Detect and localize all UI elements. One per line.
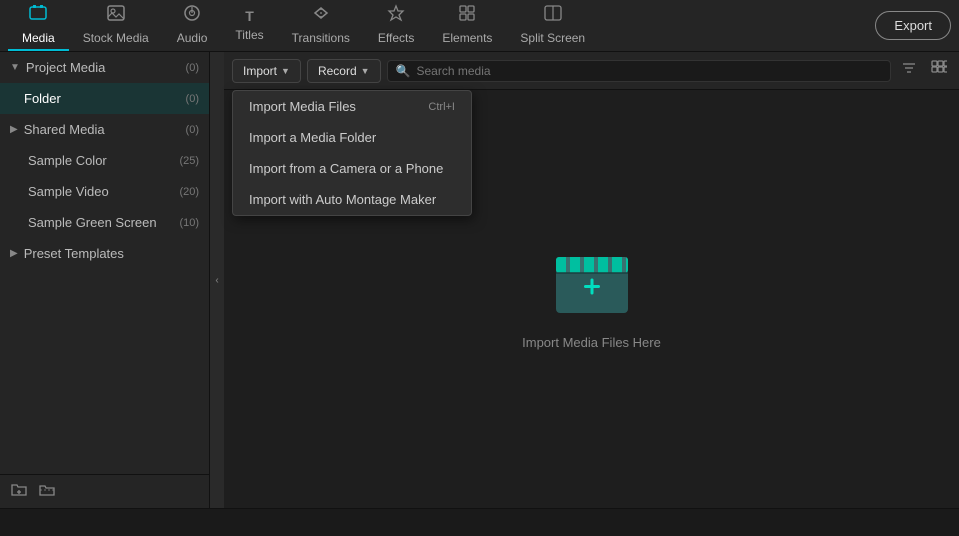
main-area: ▼ Project Media (0) Folder (0) ▶ Shared … <box>0 52 959 508</box>
new-folder-icon[interactable] <box>10 481 28 502</box>
nav-item-media[interactable]: Media <box>8 0 69 51</box>
nav-item-audio[interactable]: Audio <box>163 0 222 51</box>
nav-label-transitions: Transitions <box>292 31 350 45</box>
sidebar-label-preset-templates: Preset Templates <box>24 246 199 261</box>
sidebar-item-preset-templates[interactable]: ▶ Preset Templates <box>0 238 209 269</box>
sidebar-item-sample-green-screen[interactable]: Sample Green Screen (10) <box>0 207 209 238</box>
arrow-right-icon2: ▶ <box>10 248 18 259</box>
import-hint-text: Import Media Files Here <box>522 335 661 350</box>
bottom-bar <box>0 508 959 536</box>
sidebar-count-shared-media: (0) <box>186 124 199 136</box>
toolbar: Import ▼ Record ▼ 🔍 <box>224 52 959 90</box>
import-dropdown-menu: Import Media Files Ctrl+I Import a Media… <box>232 90 472 216</box>
sidebar-item-sample-color[interactable]: Sample Color (25) <box>0 145 209 176</box>
filter-icon[interactable] <box>897 58 921 83</box>
stock-media-icon <box>107 4 125 27</box>
nav-label-media: Media <box>22 31 55 45</box>
transitions-icon <box>312 4 330 27</box>
sidebar-label-shared-media: Shared Media <box>24 122 186 137</box>
content-panel: Import ▼ Record ▼ 🔍 <box>224 52 959 508</box>
titles-icon: T <box>245 8 254 24</box>
search-icon: 🔍 <box>396 64 411 78</box>
search-input[interactable] <box>417 64 883 78</box>
split-screen-icon <box>544 4 562 27</box>
nav-item-effects[interactable]: Effects <box>364 0 428 51</box>
audio-icon <box>183 4 201 27</box>
sidebar: ▼ Project Media (0) Folder (0) ▶ Shared … <box>0 52 210 508</box>
effects-icon <box>387 4 405 27</box>
dropdown-item-import-files[interactable]: Import Media Files Ctrl+I <box>233 91 471 122</box>
search-bar[interactable]: 🔍 <box>387 60 891 82</box>
dropdown-label-import-folder: Import a Media Folder <box>249 130 376 145</box>
nav-label-split-screen: Split Screen <box>520 31 585 45</box>
media-icon <box>29 4 47 27</box>
sidebar-item-folder[interactable]: Folder (0) <box>0 83 209 114</box>
nav-item-elements[interactable]: Elements <box>428 0 506 51</box>
clapboard-icon <box>552 249 632 319</box>
sidebar-count-project-media: (0) <box>186 62 199 74</box>
import-label: Import <box>243 64 277 78</box>
nav-label-stock-media: Stock Media <box>83 31 149 45</box>
sidebar-count-sample-color: (25) <box>179 155 199 167</box>
sidebar-item-project-media[interactable]: ▼ Project Media (0) <box>0 52 209 83</box>
nav-label-audio: Audio <box>177 31 208 45</box>
dropdown-label-import-montage: Import with Auto Montage Maker <box>249 192 436 207</box>
import-dropdown-arrow-icon: ▼ <box>281 66 290 76</box>
sidebar-label-folder: Folder <box>24 91 186 106</box>
record-label: Record <box>318 64 357 78</box>
arrow-down-icon: ▼ <box>10 62 20 73</box>
sidebar-count-sample-video: (20) <box>179 186 199 198</box>
nav-label-elements: Elements <box>442 31 492 45</box>
sidebar-label-sample-color: Sample Color <box>28 153 179 168</box>
dropdown-label-import-files: Import Media Files <box>249 99 356 114</box>
top-nav: Media Stock Media Audio T Titles <box>0 0 959 52</box>
nav-label-titles: Titles <box>235 28 263 42</box>
dropdown-label-import-camera: Import from a Camera or a Phone <box>249 161 443 176</box>
arrow-right-icon: ▶ <box>10 124 18 135</box>
sidebar-label-project-media: Project Media <box>26 60 186 75</box>
nav-label-effects: Effects <box>378 31 414 45</box>
shortcut-import-files: Ctrl+I <box>428 101 455 113</box>
record-button[interactable]: Record ▼ <box>307 59 381 83</box>
open-folder-icon[interactable] <box>38 481 56 502</box>
nav-item-stock-media[interactable]: Stock Media <box>69 0 163 51</box>
import-button[interactable]: Import ▼ <box>232 59 301 83</box>
sidebar-count-sample-green-screen: (10) <box>179 217 199 229</box>
sidebar-item-shared-media[interactable]: ▶ Shared Media (0) <box>0 114 209 145</box>
sidebar-label-sample-green-screen: Sample Green Screen <box>28 215 179 230</box>
grid-view-icon[interactable] <box>927 58 951 83</box>
nav-item-split-screen[interactable]: Split Screen <box>506 0 599 51</box>
sidebar-count-folder: (0) <box>186 93 199 105</box>
collapse-handle[interactable]: ‹ <box>210 52 224 508</box>
dropdown-item-import-folder[interactable]: Import a Media Folder <box>233 122 471 153</box>
dropdown-item-import-camera[interactable]: Import from a Camera or a Phone <box>233 153 471 184</box>
sidebar-label-sample-video: Sample Video <box>28 184 179 199</box>
nav-item-titles[interactable]: T Titles <box>221 0 277 51</box>
dropdown-item-import-montage[interactable]: Import with Auto Montage Maker <box>233 184 471 215</box>
nav-item-transitions[interactable]: Transitions <box>278 0 364 51</box>
record-dropdown-arrow-icon: ▼ <box>361 66 370 76</box>
sidebar-item-sample-video[interactable]: Sample Video (20) <box>0 176 209 207</box>
elements-icon <box>458 4 476 27</box>
export-button[interactable]: Export <box>875 11 951 40</box>
